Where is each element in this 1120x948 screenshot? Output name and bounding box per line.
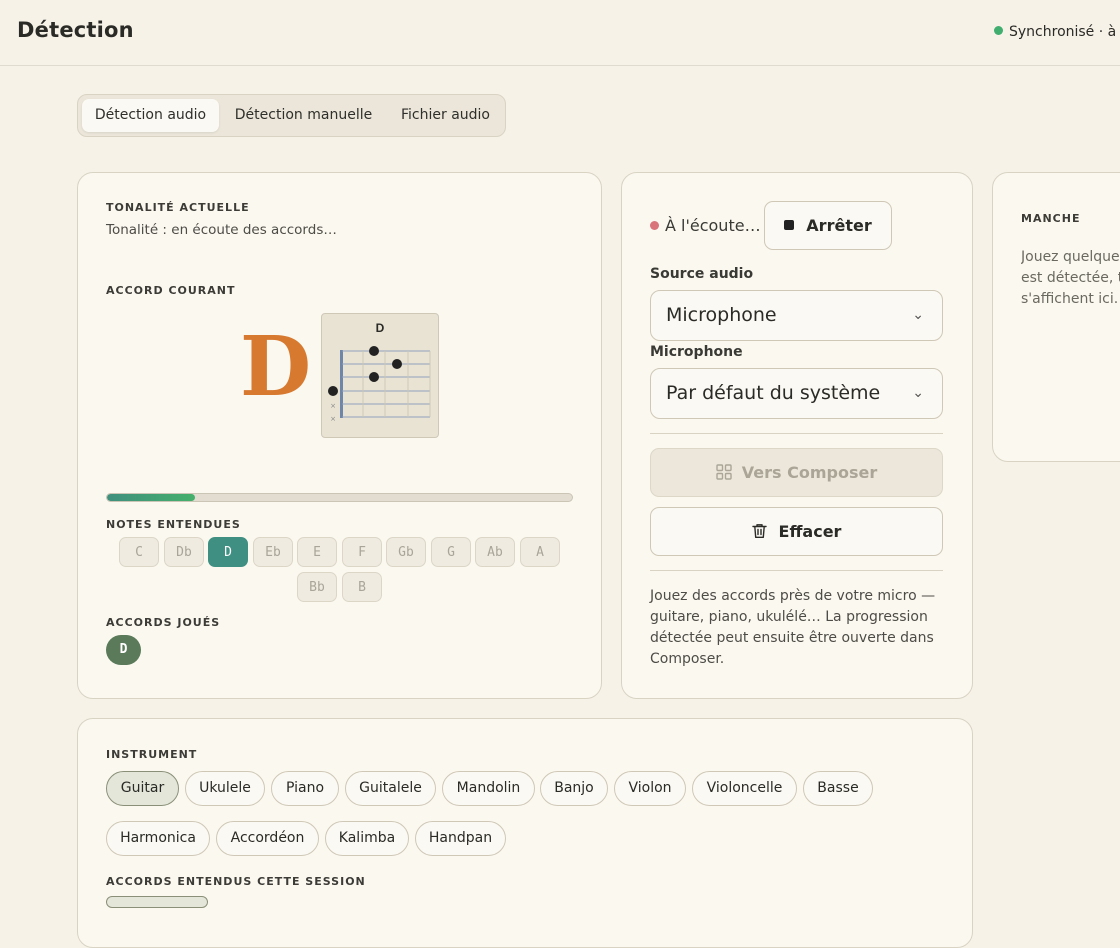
instrument-chip-ukulele[interactable]: Ukulele <box>185 771 265 806</box>
app-header: Détection Synchronisé · à l' <box>0 0 1120 66</box>
note-chip-eb: Eb <box>253 537 293 567</box>
sync-status: Synchronisé · à l' <box>994 24 1120 40</box>
note-chip-bb: Bb <box>297 572 337 602</box>
chord-diagram: D × × <box>321 313 439 438</box>
grid-icon <box>716 464 732 480</box>
clear-button[interactable]: Effacer <box>650 507 943 556</box>
help-line: Composer. <box>650 651 725 667</box>
open-string-dot <box>328 386 338 396</box>
chord-diagram-svg: D × × <box>328 321 431 423</box>
muted-string-mark: × <box>330 415 336 423</box>
audio-source-value: Microphone <box>666 304 777 326</box>
session-chord-chip[interactable] <box>106 896 208 908</box>
key-status-text: Tonalité : en écoute des accords… <box>106 222 337 238</box>
instrument-chip-banjo[interactable]: Banjo <box>540 771 608 806</box>
help-line: détectée peut ensuite être ouverte dans <box>650 630 934 646</box>
tab-audio-detection[interactable]: Détection audio <box>82 99 219 132</box>
sync-status-dot-icon <box>994 26 1003 35</box>
current-chord-name: D <box>240 319 312 415</box>
note-chip-db: Db <box>164 537 204 567</box>
note-chip-a: A <box>520 537 560 567</box>
tab-manual-detection[interactable]: Détection manuelle <box>222 99 385 132</box>
neck-line: est détectée, to <box>1021 270 1120 286</box>
stop-icon <box>784 220 795 230</box>
fretboard-strings <box>342 350 430 418</box>
audio-source-label: Source audio <box>650 266 754 282</box>
help-line: Jouez des accords près de votre micro — <box>650 588 936 604</box>
instrument-chip-violon[interactable]: Violon <box>614 771 686 806</box>
note-chip-d: D <box>208 537 248 567</box>
sync-status-text: Synchronisé · à l' <box>1009 24 1120 40</box>
heard-notes-label: NOTES ENTENDUES <box>106 518 241 531</box>
current-chord-label: ACCORD COURANT <box>106 284 236 297</box>
to-composer-button[interactable]: Vers Composer <box>650 448 943 497</box>
controls-divider <box>650 570 943 571</box>
instrument-card <box>77 718 973 948</box>
clear-button-label: Effacer <box>778 522 842 541</box>
finger-dot <box>369 346 379 356</box>
note-chip-f: F <box>342 537 382 567</box>
chevron-down-icon: ⌄ <box>912 385 924 401</box>
instrument-chip-mandolin[interactable]: Mandolin <box>442 771 535 806</box>
nut-line <box>340 350 343 418</box>
instrument-chip-harmonica[interactable]: Harmonica <box>106 821 210 856</box>
instrument-section-label: INSTRUMENT <box>106 748 198 761</box>
neck-section-label: MANCHE <box>1021 212 1081 225</box>
microphone-select[interactable]: Par défaut du système ⌄ <box>650 368 943 419</box>
stop-button[interactable]: Arrêter <box>764 201 892 250</box>
instrument-chip-violoncelle[interactable]: Violoncelle <box>692 771 797 806</box>
listening-status-text: À l'écoute… <box>665 216 761 235</box>
instrument-chip-kalimba[interactable]: Kalimba <box>325 821 409 856</box>
instrument-chip-piano[interactable]: Piano <box>271 771 339 806</box>
controls-divider <box>650 433 943 434</box>
instrument-chip-handpan[interactable]: Handpan <box>415 821 506 856</box>
chord-diagram-title: D <box>376 321 385 335</box>
note-chip-g: G <box>431 537 471 567</box>
confidence-progress-fill <box>107 494 196 501</box>
key-section-label: TONALITÉ ACTUELLE <box>106 201 250 214</box>
trash-icon <box>751 524 767 538</box>
microphone-label: Microphone <box>650 344 743 360</box>
chevron-down-icon: ⌄ <box>912 307 924 323</box>
help-line: guitare, piano, ukulélé… La progression <box>650 609 928 625</box>
detection-mode-tabs: Détection audio Détection manuelle Fichi… <box>77 94 506 137</box>
note-chip-gb: Gb <box>386 537 426 567</box>
finger-dot <box>392 359 402 369</box>
note-chip-e: E <box>297 537 337 567</box>
finger-dot <box>369 372 379 382</box>
neck-line: s'affichent ici. <box>1021 291 1119 307</box>
note-chip-b: B <box>342 572 382 602</box>
note-chip-ab: Ab <box>475 537 515 567</box>
played-chords-label: ACCORDS JOUÉS <box>106 616 221 629</box>
confidence-progress-bar <box>106 493 573 502</box>
stop-button-label: Arrêter <box>806 216 872 235</box>
instrument-chip-guitalele[interactable]: Guitalele <box>345 771 436 806</box>
neck-placeholder-text: Jouez quelques est détectée, to s'affich… <box>1021 247 1120 310</box>
listening-status: À l'écoute… <box>650 216 761 235</box>
played-chord-chip[interactable]: D <box>106 635 141 665</box>
help-text: Jouez des accords près de votre micro — … <box>650 586 950 670</box>
audio-source-select[interactable]: Microphone ⌄ <box>650 290 943 341</box>
microphone-value: Par défaut du système <box>666 382 881 404</box>
neck-line: Jouez quelques <box>1021 249 1120 265</box>
to-composer-label: Vers Composer <box>741 463 878 482</box>
instrument-chip-basse[interactable]: Basse <box>803 771 873 806</box>
session-chords-label: ACCORDS ENTENDUS CETTE SESSION <box>106 875 366 888</box>
tab-audio-file[interactable]: Fichier audio <box>388 99 503 132</box>
page-title: Détection <box>17 18 134 42</box>
instrument-chip-guitar[interactable]: Guitar <box>106 771 179 806</box>
note-chip-c: C <box>119 537 159 567</box>
instrument-chip-accordeon[interactable]: Accordéon <box>216 821 319 856</box>
muted-string-mark: × <box>330 402 336 410</box>
recording-dot-icon <box>650 221 659 230</box>
